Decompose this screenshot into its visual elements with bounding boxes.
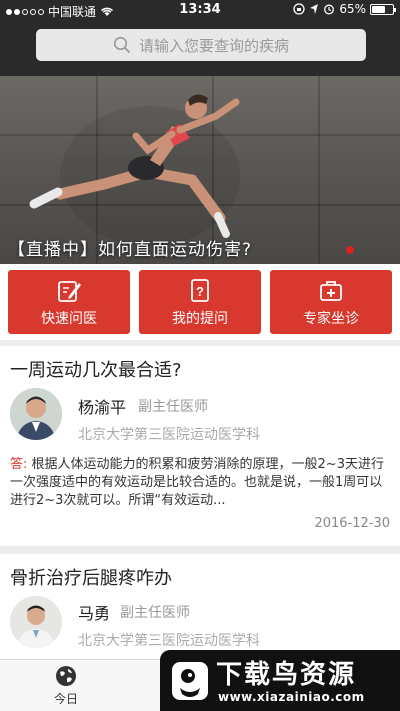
- article-card[interactable]: 一周运动几次最合适? 杨渝平 副主任医师 北京大学第三医院运动医学科 答: 根据…: [0, 346, 400, 546]
- expert-clinic-label: 专家坐诊: [303, 310, 359, 327]
- answer-date: 2016-12-30: [314, 516, 390, 531]
- lock-rotation-icon: [293, 3, 305, 15]
- answer-body: 根据人体运动能力的积累和疲劳消除的原理，一般2~3天进行一次强度适中的有效运动是…: [10, 457, 384, 508]
- battery-icon: [370, 3, 396, 15]
- search-input[interactable]: 请输入您要查询的疾病: [36, 29, 366, 61]
- battery-percent: 65%: [339, 2, 366, 16]
- tab-today-label: 今日: [53, 692, 78, 706]
- my-questions-label: 我的提问: [172, 310, 228, 327]
- doctor-avatar: [10, 596, 62, 648]
- doctor-name: 马勇: [78, 604, 111, 623]
- doctor-hospital: 北京大学第三医院运动医学科: [78, 633, 260, 649]
- doctor-avatar: [10, 388, 62, 440]
- watermark: 下载鸟资源 www.xiazainiao.com: [160, 650, 400, 711]
- doctor-hospital: 北京大学第三医院运动医学科: [78, 427, 260, 443]
- article-card[interactable]: 骨折治疗后腿疼咋办 马勇 副主任医师 北京大学第三医院运动医学科: [0, 554, 400, 659]
- search-icon: [113, 36, 131, 54]
- carousel-indicator[interactable]: [346, 246, 354, 254]
- banner-caption: 【直播中】如何直面运动伤害?: [8, 240, 253, 260]
- svg-text:?: ?: [196, 284, 204, 299]
- quick-consult-button[interactable]: 快速问医: [8, 270, 130, 334]
- edit-note-icon: [58, 280, 81, 302]
- doctor-title: 副主任医师: [120, 605, 190, 621]
- location-icon: [310, 4, 319, 14]
- status-bar: 中国联通 13:34 65%: [0, 0, 400, 20]
- question-title: 一周运动几次最合适?: [10, 360, 182, 381]
- header: 请输入您要查询的疾病: [0, 20, 400, 76]
- question-doc-icon: ?: [191, 278, 209, 302]
- tab-today[interactable]: 今日: [40, 664, 92, 707]
- search-placeholder: 请输入您要查询的疾病: [138, 36, 289, 55]
- quick-consult-label: 快速问医: [41, 310, 97, 327]
- answer-label: 答:: [10, 457, 28, 472]
- expert-clinic-button[interactable]: 专家坐诊: [270, 270, 392, 334]
- doctor-title: 副主任医师: [138, 399, 208, 415]
- alarm-icon: [324, 4, 335, 15]
- my-questions-button[interactable]: ? 我的提问: [139, 270, 261, 334]
- quick-actions: 快速问医 ? 我的提问 专家坐诊: [0, 264, 400, 340]
- medical-kit-icon: [320, 280, 342, 301]
- question-title: 骨折治疗后腿疼咋办: [10, 568, 172, 589]
- answer-text: 答: 根据人体运动能力的积累和疲劳消除的原理，一般2~3天进行一次强度适中的有效…: [10, 456, 390, 510]
- live-banner[interactable]: 【直播中】如何直面运动伤害?: [0, 76, 400, 264]
- bird-logo-icon: [172, 662, 208, 700]
- globe-icon: [56, 666, 76, 686]
- watermark-brand: 下载鸟资源: [216, 660, 357, 690]
- watermark-url: www.xiazainiao.com: [218, 690, 365, 704]
- doctor-name: 杨渝平: [78, 398, 127, 417]
